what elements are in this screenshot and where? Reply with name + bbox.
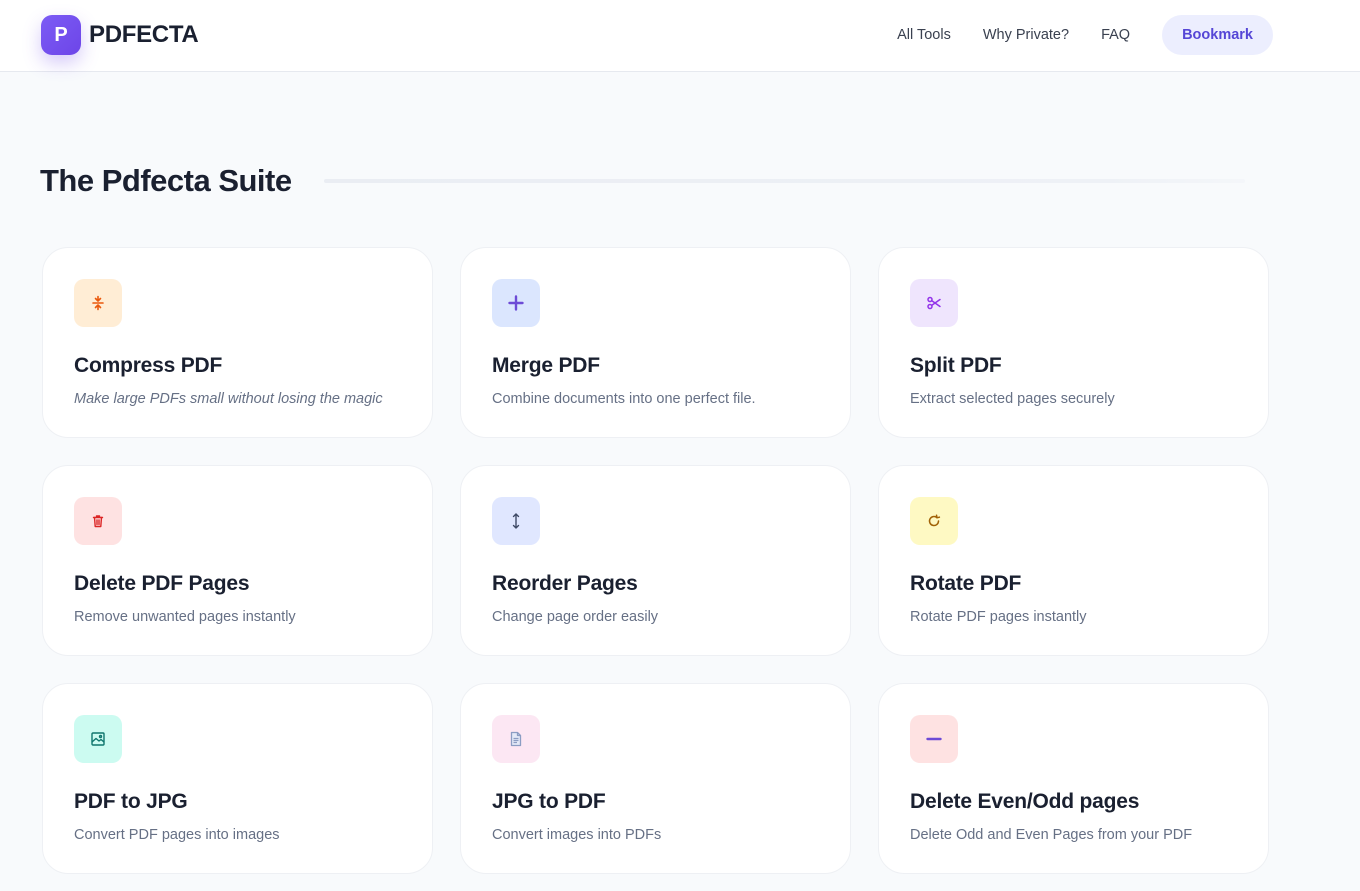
tool-card-pdf-to-jpg[interactable]: PDF to JPG Convert PDF pages into images xyxy=(42,683,433,874)
nav-all-tools-link[interactable]: All Tools xyxy=(897,27,951,43)
tool-description: Remove unwanted pages instantly xyxy=(74,609,296,625)
scissors-icon xyxy=(910,279,958,327)
bookmark-button[interactable]: Bookmark xyxy=(1162,15,1273,55)
top-navigation-bar: P PDFECTA All Tools Why Private? FAQ Boo… xyxy=(0,0,1360,72)
tool-title: Split PDF xyxy=(910,354,1002,377)
plus-icon xyxy=(492,279,540,327)
tool-description: Delete Odd and Even Pages from your PDF xyxy=(910,827,1193,843)
tool-card-compress-pdf[interactable]: Compress PDF Make large PDFs small witho… xyxy=(42,247,433,438)
tools-grid: Compress PDF Make large PDFs small witho… xyxy=(42,247,1270,874)
tool-title: JPG to PDF xyxy=(492,790,606,813)
tool-description: Change page order easily xyxy=(492,609,659,625)
tool-card-split-pdf[interactable]: Split PDF Extract selected pages securel… xyxy=(878,247,1269,438)
nav-why-private-link[interactable]: Why Private? xyxy=(983,27,1069,43)
up-down-arrow-icon xyxy=(492,497,540,545)
tool-description: Combine documents into one perfect file. xyxy=(492,391,756,407)
rotate-icon xyxy=(910,497,958,545)
minus-icon xyxy=(910,715,958,763)
main-nav: All Tools Why Private? FAQ Bookmark xyxy=(897,15,1273,55)
tool-title: Rotate PDF xyxy=(910,572,1022,595)
document-icon xyxy=(492,715,540,763)
tool-card-reorder-pages[interactable]: Reorder Pages Change page order easily xyxy=(460,465,851,656)
tool-title: Reorder Pages xyxy=(492,572,638,595)
tool-title: Merge PDF xyxy=(492,354,600,377)
trash-icon xyxy=(74,497,122,545)
section-title: The Pdfecta Suite xyxy=(40,163,292,198)
section-header: The Pdfecta Suite xyxy=(40,160,1245,202)
brand-logo-link[interactable]: P PDFECTA xyxy=(41,15,199,55)
tool-title: Delete PDF Pages xyxy=(74,572,250,595)
brand-logo-icon: P xyxy=(41,15,81,55)
tool-card-rotate-pdf[interactable]: Rotate PDF Rotate PDF pages instantly xyxy=(878,465,1269,656)
tool-card-merge-pdf[interactable]: Merge PDF Combine documents into one per… xyxy=(460,247,851,438)
tool-description: Rotate PDF pages instantly xyxy=(910,609,1087,625)
tool-title: Delete Even/Odd pages xyxy=(910,790,1140,813)
tool-description: Convert PDF pages into images xyxy=(74,827,280,843)
section-divider xyxy=(323,179,1245,183)
compress-icon xyxy=(74,279,122,327)
tool-title: PDF to JPG xyxy=(74,790,188,813)
tool-description: Convert images into PDFs xyxy=(492,827,662,843)
tool-description: Make large PDFs small without losing the… xyxy=(74,391,383,407)
tool-card-jpg-to-pdf[interactable]: JPG to PDF Convert images into PDFs xyxy=(460,683,851,874)
nav-faq-link[interactable]: FAQ xyxy=(1101,27,1130,43)
tool-card-delete-pdf-pages[interactable]: Delete PDF Pages Remove unwanted pages i… xyxy=(42,465,433,656)
brand-name: PDFECTA xyxy=(89,21,199,48)
tool-title: Compress PDF xyxy=(74,354,223,377)
image-icon xyxy=(74,715,122,763)
tool-description: Extract selected pages securely xyxy=(910,391,1115,407)
brand-logo-letter: P xyxy=(54,23,68,46)
tool-card-delete-even-odd-pages[interactable]: Delete Even/Odd pages Delete Odd and Eve… xyxy=(878,683,1269,874)
